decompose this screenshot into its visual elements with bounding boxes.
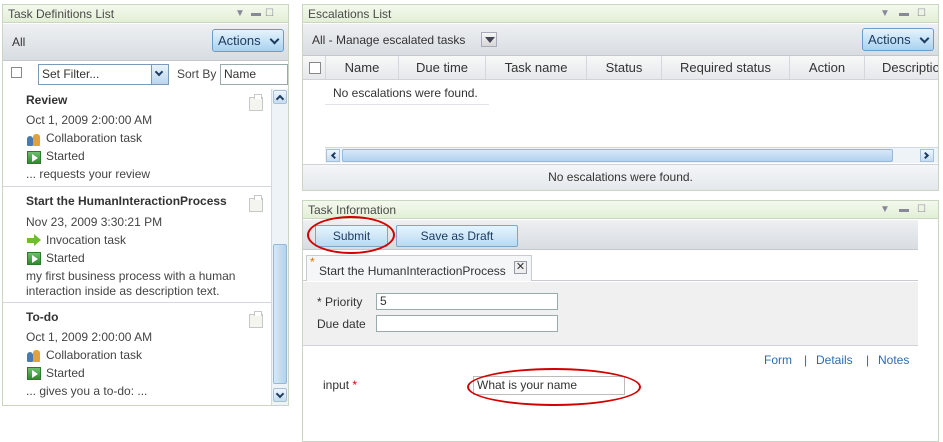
- filter-label: All: [12, 35, 26, 49]
- escalations-filter-label: All - Manage escalated tasks: [312, 33, 466, 47]
- task-definitions-title: Task Definitions List: [3, 5, 288, 23]
- column-header-action[interactable]: Action: [789, 56, 864, 79]
- escalations-hscrollbar[interactable]: [325, 147, 938, 163]
- priority-field[interactable]: 5: [376, 293, 558, 310]
- minimize-icon[interactable]: ▬: [899, 201, 909, 219]
- task-tab[interactable]: * Start the HumanInteractionProcess ✕: [306, 255, 532, 281]
- sort-by-label: Sort By: [177, 67, 217, 81]
- note-icon[interactable]: [249, 311, 263, 328]
- escalations-footer-message: No escalations were found.: [303, 164, 938, 190]
- link-separator: |: [804, 353, 808, 367]
- escalations-title: Escalations List: [303, 5, 938, 23]
- scroll-up-arrow[interactable]: [273, 90, 287, 104]
- maximize-icon[interactable]: ☐: [917, 201, 926, 219]
- collaboration-icon: [27, 133, 41, 146]
- started-icon: [27, 367, 41, 380]
- task-list-item[interactable]: Start the HumanInteractionProcess Nov 23…: [3, 187, 271, 303]
- note-icon[interactable]: [249, 94, 263, 111]
- task-list-item[interactable]: Review Oct 1, 2009 2:00:00 AM Collaborat…: [3, 89, 271, 187]
- task-date: Oct 1, 2009 2:00:00 AM: [26, 330, 153, 344]
- task-description: my first business process with a human: [26, 269, 236, 283]
- actions-label: Actions: [218, 33, 261, 48]
- task-date: Nov 23, 2009 3:30:21 PM: [26, 215, 163, 229]
- task-information-title: Task Information: [303, 201, 938, 219]
- started-icon: [27, 252, 41, 265]
- minimize-icon[interactable]: ▬: [251, 5, 261, 23]
- column-header-required-status[interactable]: Required status: [661, 56, 789, 79]
- due-date-field[interactable]: [376, 315, 558, 332]
- set-filter-value: Set Filter...: [42, 67, 100, 81]
- collaboration-icon: [27, 349, 41, 362]
- task-type: Collaboration task: [46, 131, 143, 145]
- escalations-empty-message: No escalations were found.: [325, 81, 489, 105]
- required-marker: *: [352, 378, 358, 392]
- escalations-table-header: Name Due time Task name Status Required …: [303, 56, 938, 80]
- scroll-thumb[interactable]: [273, 244, 287, 384]
- set-filter-select[interactable]: Set Filter...: [38, 64, 169, 85]
- task-title: Review: [26, 93, 68, 107]
- form-link[interactable]: Form: [764, 353, 792, 367]
- details-link[interactable]: Details: [816, 353, 853, 367]
- notes-link[interactable]: Notes: [878, 353, 909, 367]
- escalations-actions-button[interactable]: Actions: [862, 28, 934, 51]
- scroll-down-arrow[interactable]: [273, 388, 287, 402]
- filter-dropdown-icon[interactable]: [481, 32, 497, 47]
- task-type: Invocation task: [46, 233, 127, 247]
- maximize-icon[interactable]: ☐: [265, 5, 274, 23]
- task-header-fields: * Priority 5 Due date: [303, 282, 918, 346]
- column-header-name[interactable]: Name: [325, 56, 398, 79]
- task-title: Start the HumanInteractionProcess: [26, 194, 227, 208]
- task-description: ... gives you a to-do: ...: [26, 384, 148, 398]
- actions-button[interactable]: Actions: [212, 29, 284, 52]
- scroll-right-arrow[interactable]: [920, 149, 934, 162]
- collapse-icon[interactable]: ▼: [880, 5, 890, 23]
- column-header-task-name[interactable]: Task name: [485, 56, 586, 79]
- escalations-portlet: Escalations List ▼ ▬ ☐ All - Manage esca…: [302, 4, 939, 191]
- task-list-item[interactable]: To-do Oct 1, 2009 2:00:00 AM Collaborati…: [3, 303, 271, 405]
- arrow-icon: [27, 234, 41, 247]
- collapse-icon[interactable]: ▼: [235, 5, 245, 23]
- task-date: Oct 1, 2009 2:00:00 AM: [26, 113, 153, 127]
- started-icon: [27, 151, 41, 164]
- tab-modified-marker: *: [310, 255, 315, 269]
- task-information-portlet: Task Information ▼ ▬ ☐ Submit Save as Dr…: [302, 200, 939, 442]
- task-list-scrollbar[interactable]: [271, 89, 288, 405]
- input-label-text: input: [323, 378, 350, 392]
- close-icon[interactable]: ✕: [514, 261, 527, 274]
- priority-label: * Priority: [317, 295, 363, 309]
- task-status: Started: [46, 149, 85, 163]
- task-description: ... requests your review: [26, 167, 151, 181]
- column-header-status[interactable]: Status: [586, 56, 661, 79]
- header-checkbox[interactable]: [309, 62, 321, 74]
- tab-label: Start the HumanInteractionProcess: [319, 264, 506, 278]
- task-status: Started: [46, 251, 85, 265]
- collapse-icon[interactable]: ▼: [880, 201, 890, 219]
- minimize-icon[interactable]: ▬: [899, 5, 909, 23]
- highlight-ellipse: [467, 368, 641, 406]
- column-header-due-time[interactable]: Due time: [398, 56, 485, 79]
- note-icon[interactable]: [249, 195, 263, 212]
- dropdown-icon: [151, 65, 168, 84]
- task-definitions-portlet: Task Definitions List ▼ ▬ ☐ All Actions …: [2, 4, 289, 406]
- scroll-left-arrow[interactable]: [326, 149, 340, 162]
- maximize-icon[interactable]: ☐: [917, 5, 926, 23]
- highlight-ellipse: [307, 216, 395, 254]
- sort-by-field[interactable]: Name: [220, 64, 288, 85]
- due-date-label: Due date: [317, 317, 366, 331]
- column-header-description[interactable]: Descriptio: [864, 56, 938, 79]
- task-type: Collaboration task: [46, 348, 143, 362]
- chevron-down-icon: [269, 34, 280, 45]
- actions-label: Actions: [868, 32, 911, 47]
- chevron-down-icon: [919, 33, 930, 44]
- hscroll-thumb[interactable]: [342, 149, 893, 162]
- input-label: input *: [323, 378, 357, 392]
- link-separator: |: [866, 353, 870, 367]
- task-description-line2: interaction inside as description text.: [26, 284, 220, 298]
- task-title: To-do: [26, 310, 59, 324]
- save-as-draft-button[interactable]: Save as Draft: [396, 225, 518, 247]
- select-all-checkbox[interactable]: [11, 67, 22, 78]
- task-status: Started: [46, 366, 85, 380]
